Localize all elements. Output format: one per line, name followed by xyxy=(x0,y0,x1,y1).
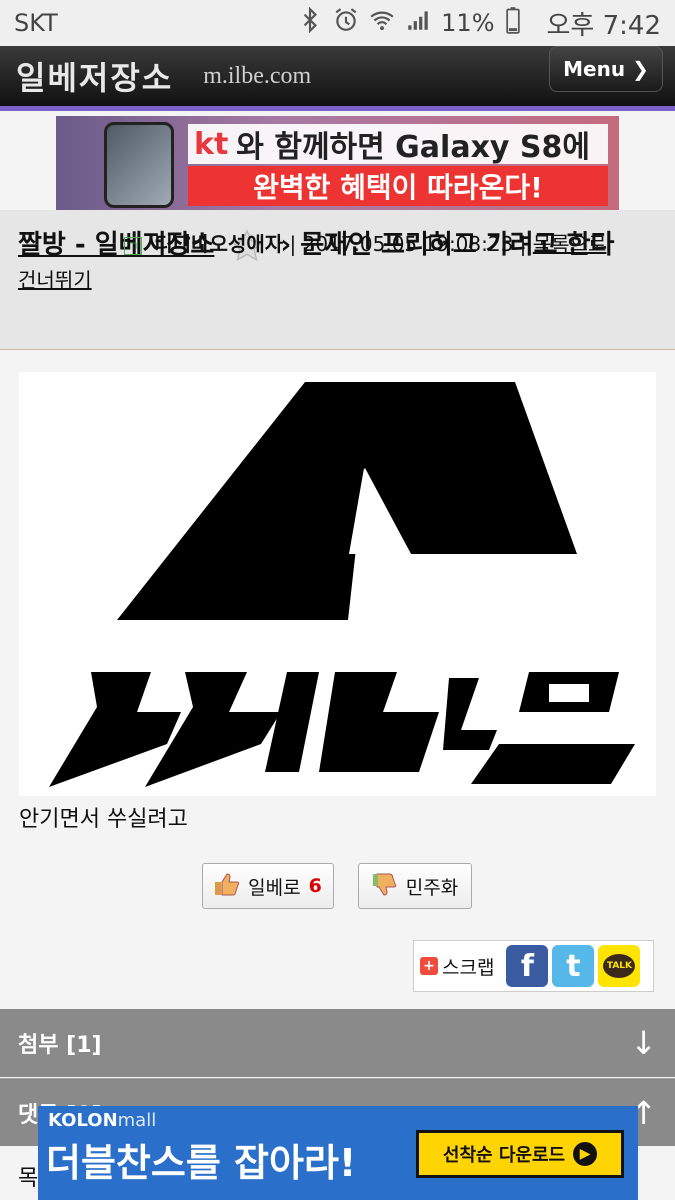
ad-headline: 더블찬스를 잡아라! xyxy=(46,1141,357,1185)
ad-line-2: 완벽한 혜택이 따라온다! xyxy=(188,166,608,206)
logo-letter-5 xyxy=(443,678,497,750)
battery-icon xyxy=(505,6,521,40)
post-author[interactable]: 디디바오성애자 xyxy=(154,232,283,256)
site-header: 일베저장소 m.ilbe.com Menu ❯ xyxy=(0,46,675,106)
share-box: + 스크랩 f t TALK xyxy=(413,940,654,992)
attachments-label: 첨부 [1] xyxy=(18,1033,102,1058)
header-divider xyxy=(0,106,675,111)
post-datetime: | 2017.05.05 19:08:23 | xyxy=(289,232,527,256)
cta-label: 선착순 다운로드 xyxy=(442,1145,566,1166)
kt-logo: kt xyxy=(194,126,229,162)
site-logo[interactable]: 일베저장소 xyxy=(16,53,173,99)
arrow-down-icon: ↓ xyxy=(630,1024,657,1062)
kakaotalk-icon[interactable]: TALK xyxy=(598,945,641,987)
skip-link[interactable]: 건너뛰기 xyxy=(18,268,92,292)
phone-image xyxy=(104,122,174,208)
post-title-area: 짤방 - 일베저장소 › 문재인 프리허그 가려고 한다 ㄱ 디디바오성애자 |… xyxy=(0,210,675,350)
bluetooth-icon xyxy=(297,7,323,39)
menu-button[interactable]: Menu ❯ xyxy=(549,46,663,92)
site-domain: m.ilbe.com xyxy=(203,62,312,89)
user-level-icon: ㄱ xyxy=(124,236,142,255)
facebook-icon[interactable]: f xyxy=(506,945,549,987)
carrier-label: SKT xyxy=(14,9,58,37)
logo-letter-4 xyxy=(319,672,439,772)
download-button[interactable]: 선착순 다운로드 ▶ xyxy=(416,1130,624,1178)
status-bar: SKT 11% 오후 7:42 xyxy=(0,0,675,46)
scrap-plus-icon: + xyxy=(420,957,438,975)
clock: 오후 7:42 xyxy=(546,10,662,41)
ilbe-vote-button[interactable]: 일베로 6 xyxy=(202,863,334,909)
ad-line-1: kt 와 함께하면 Galaxy S8에 xyxy=(188,124,608,165)
post-image[interactable] xyxy=(19,372,656,796)
list-link[interactable]: 목록으로 xyxy=(533,232,607,256)
partial-text: 목 xyxy=(18,1166,39,1191)
thumbs-up-icon xyxy=(214,872,240,901)
battery-percent: 11% xyxy=(441,9,495,37)
arrow-right-icon: ▶ xyxy=(573,1142,598,1166)
post-meta: ㄱ 디디바오성애자 | 2017.05.05 19:08:23 | 목록으로 xyxy=(110,226,657,262)
post-body: 안기면서 쑤실려고 xyxy=(19,807,188,832)
ilbe-vote-label: 일베로 xyxy=(248,876,301,899)
signal-icon xyxy=(405,7,431,39)
minju-vote-button[interactable]: 민주화 xyxy=(358,863,472,909)
thumbs-down-icon xyxy=(372,872,398,901)
post-content: 안기면서 쑤실려고 일베로 6 민주화 + 스크랩 f t TALK xyxy=(0,351,675,1009)
logo-shape-upper xyxy=(117,382,577,620)
top-banner-ad[interactable]: kt 와 함께하면 Galaxy S8에 완벽한 혜택이 따라온다! xyxy=(56,116,619,210)
twitter-icon[interactable]: t xyxy=(552,945,595,987)
bottom-banner-ad[interactable]: KOLONmall 더블찬스를 잡아라! 선착순 다운로드 ▶ xyxy=(38,1106,638,1200)
kolon-mall-logo: KOLONmall xyxy=(48,1110,157,1131)
minju-vote-label: 민주화 xyxy=(405,876,459,899)
ilbe-vote-count: 6 xyxy=(308,875,322,897)
scrap-label: 스크랩 xyxy=(442,956,495,979)
attachments-bar[interactable]: 첨부 [1] ↓ xyxy=(0,1009,675,1077)
wifi-icon xyxy=(369,7,395,39)
alarm-icon xyxy=(333,7,359,39)
ad-line-1-text: 와 함께하면 Galaxy S8에 xyxy=(236,130,591,165)
scrap-button[interactable]: + 스크랩 xyxy=(420,953,494,980)
